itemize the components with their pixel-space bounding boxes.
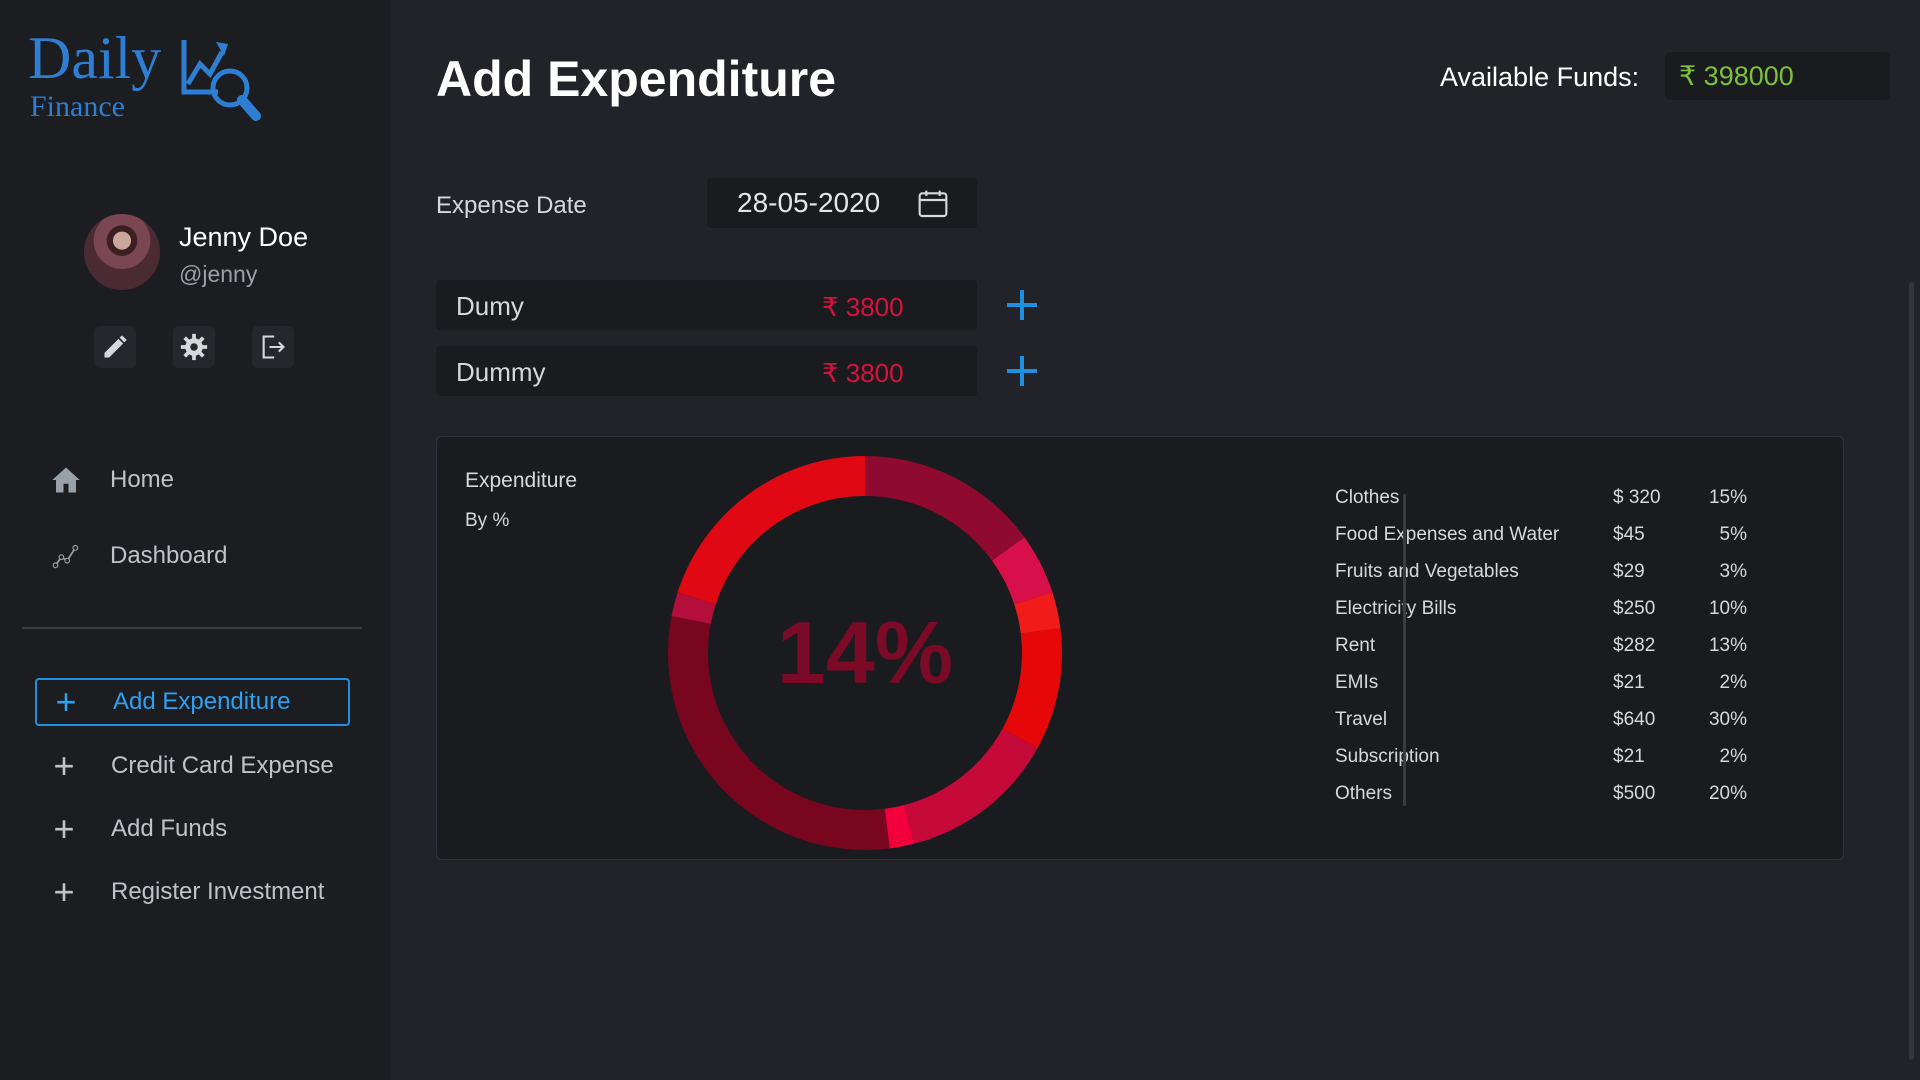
legend-amount: $45 [1613, 524, 1645, 545]
legend-row: Food Expenses and Water $45 5% [1335, 524, 1775, 554]
nav-item-home-label: Home [110, 466, 175, 493]
page-title: Add Expenditure [436, 51, 837, 107]
sidebar: Daily Finance Jenny Doe @jenny Home Dash… [0, 0, 390, 1080]
legend-percent: 30% [1708, 709, 1747, 730]
legend-amount: $500 [1613, 783, 1656, 804]
page-scrollbar[interactable] [1909, 282, 1914, 1060]
legend-row: Clothes $ 320 15% [1335, 487, 1775, 517]
legend-row: Electricity Bills $250 10% [1335, 598, 1775, 628]
chart-subtitle: By % [465, 510, 510, 531]
donut-chart: 14% [668, 456, 1062, 850]
expense-date-value: 28-05-2020 [737, 187, 881, 218]
gear-icon [180, 333, 208, 361]
legend-percent: 2% [1719, 746, 1747, 767]
plus-icon: + [53, 808, 75, 849]
profile-handle: @jenny [179, 261, 258, 287]
legend-category: Rent [1335, 635, 1376, 656]
logo-text-finance: Finance [30, 90, 125, 123]
legend-percent: 5% [1719, 524, 1747, 545]
legend-percent: 13% [1708, 635, 1747, 656]
donut-center-label: 14% [777, 603, 953, 702]
legend-amount: $21 [1613, 672, 1645, 693]
legend-category: Subscription [1335, 746, 1440, 767]
chart-line-icon [50, 542, 82, 570]
legend-amount: $640 [1613, 709, 1656, 730]
settings-button[interactable] [173, 326, 215, 368]
legend-category: Electricity Bills [1335, 598, 1457, 619]
legend-category: Fruits and Vegetables [1335, 561, 1519, 582]
legend-percent: 20% [1708, 783, 1747, 804]
plus-icon: + [53, 871, 75, 912]
add-expense-button[interactable] [1002, 285, 1042, 325]
plus-icon [1007, 290, 1037, 320]
legend-percent: 15% [1708, 487, 1747, 508]
donut-slice-others[interactable] [677, 456, 865, 605]
menu-item-add-expenditure[interactable]: + Add Expenditure [35, 678, 350, 726]
app-logo[interactable]: Daily Finance [28, 26, 288, 126]
legend-category: Others [1335, 783, 1393, 804]
legend-amount: $ 320 [1613, 487, 1661, 508]
expense-row[interactable]: Dumy ₹ 3800 [436, 280, 977, 330]
expense-row[interactable]: Dummy ₹ 3800 [436, 346, 977, 396]
calendar-icon[interactable] [917, 189, 949, 219]
user-profile: Jenny Doe @jenny [84, 214, 384, 294]
plus-icon: + [53, 745, 75, 786]
menu-item-label: Add Expenditure [113, 688, 291, 715]
donut-slice-clothes[interactable] [865, 456, 1025, 561]
available-funds-label: Available Funds: [1440, 62, 1640, 92]
legend-percent: 3% [1719, 561, 1747, 582]
home-icon [50, 466, 82, 494]
legend-row: Others $500 20% [1335, 783, 1775, 813]
expense-amount[interactable]: ₹ 3800 [822, 292, 904, 323]
donut-slice-electricity-bills[interactable] [1002, 628, 1062, 748]
legend-percent: 10% [1708, 598, 1747, 619]
legend-scrollbar[interactable] [1403, 494, 1406, 806]
add-expense-button[interactable] [1002, 351, 1042, 391]
plus-icon [1007, 356, 1037, 386]
legend-category: Travel [1335, 709, 1388, 730]
chart-title: Expenditure [465, 469, 578, 492]
sidebar-divider [22, 627, 362, 629]
expense-date-label: Expense Date [436, 192, 587, 219]
legend-row: Fruits and Vegetables $29 3% [1335, 561, 1775, 591]
nav-item-home[interactable]: Home [50, 460, 350, 500]
plus-icon: + [55, 681, 77, 722]
expenditure-chart-card: Expenditure By % 14% Clothes $ 320 15% Food… [436, 436, 1844, 860]
legend-category: Clothes [1335, 487, 1400, 508]
donut-slice-rent[interactable] [904, 728, 1038, 844]
logout-button[interactable] [252, 326, 294, 368]
nav-item-dashboard[interactable]: Dashboard [50, 536, 350, 576]
legend-row: Rent $282 13% [1335, 635, 1775, 665]
logout-icon [262, 335, 285, 359]
menu-item-label: Register Investment [111, 878, 325, 905]
expense-name[interactable]: Dumy [456, 291, 524, 322]
legend-row: EMIs $21 2% [1335, 672, 1775, 702]
legend-amount: $29 [1613, 561, 1645, 582]
edit-profile-button[interactable] [94, 326, 136, 368]
available-funds-value: ₹ 398000 [1665, 52, 1890, 100]
expense-date-field[interactable]: 28-05-2020 [707, 178, 977, 228]
legend-category: EMIs [1335, 672, 1379, 693]
legend-amount: $21 [1613, 746, 1645, 767]
nav-item-dashboard-label: Dashboard [110, 542, 228, 569]
pencil-icon [104, 335, 127, 358]
menu-item-credit-card-expense[interactable]: + Credit Card Expense [35, 742, 350, 790]
avatar[interactable] [84, 214, 160, 290]
menu-item-label: Add Funds [111, 815, 228, 842]
menu-item-register-investment[interactable]: + Register Investment [35, 868, 350, 916]
legend-category: Food Expenses and Water [1335, 524, 1560, 545]
chart-magnifier-icon [181, 40, 261, 121]
legend-percent: 2% [1719, 672, 1747, 693]
legend-amount: $250 [1613, 598, 1656, 619]
legend-amount: $282 [1613, 635, 1656, 656]
menu-item-add-funds[interactable]: + Add Funds [35, 805, 350, 853]
legend-row: Travel $640 30% [1335, 709, 1775, 739]
profile-name: Jenny Doe [179, 222, 309, 252]
expense-amount[interactable]: ₹ 3800 [822, 358, 904, 389]
expense-name[interactable]: Dummy [456, 357, 546, 388]
legend-row: Subscription $21 2% [1335, 746, 1775, 776]
menu-item-label: Credit Card Expense [111, 752, 334, 779]
logo-text-daily: Daily [28, 25, 162, 91]
